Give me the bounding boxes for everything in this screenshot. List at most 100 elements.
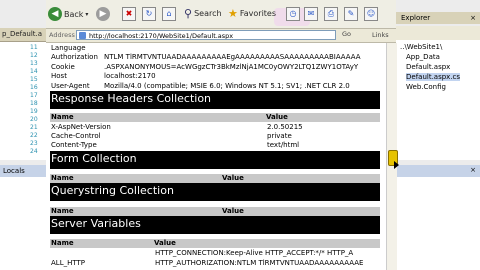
locals-panel-title: Locals bbox=[0, 165, 46, 177]
line-number: 18 bbox=[30, 100, 38, 107]
row-name: Cookie bbox=[51, 63, 75, 71]
back-button[interactable]: ◀ Back ▾ bbox=[48, 7, 88, 21]
search-icon: ⚲ bbox=[184, 7, 193, 20]
print-button[interactable]: ⎙ bbox=[324, 7, 338, 21]
star-icon: ★ bbox=[228, 7, 238, 20]
page-icon bbox=[79, 32, 86, 39]
line-number: 21 bbox=[30, 124, 38, 131]
browser-toolbar: ◀ Back ▾ ▶ ✖ ↻ ⌂ ⚲ Search ★ Favorites ◷ … bbox=[46, 0, 396, 29]
back-label: Back bbox=[64, 9, 84, 19]
column-header-name: Name bbox=[51, 239, 74, 247]
history-icon: ◷ bbox=[286, 7, 300, 21]
links-button[interactable]: Links bbox=[372, 31, 389, 39]
row-name: Host bbox=[51, 72, 67, 80]
close-icon[interactable]: × bbox=[470, 166, 476, 174]
line-number: 14 bbox=[30, 68, 38, 75]
solution-explorer: Explorer × ..\WebSite1\ App_Data Default.a… bbox=[396, 0, 480, 270]
querystring-section-title: Querystring Collection bbox=[50, 183, 380, 201]
response-headers-section-title: Response Headers Collection bbox=[50, 91, 380, 109]
messenger-icon: ☺ bbox=[364, 7, 378, 21]
stop-icon: ✖ bbox=[122, 7, 136, 21]
stop-button[interactable]: ✖ bbox=[122, 7, 136, 21]
row-value: HTTP_AUTHORIZATION:NTLM TlRMTVNTUAADAAAA… bbox=[155, 259, 364, 267]
back-arrow-icon: ◀ bbox=[48, 7, 62, 21]
table-row: Cache-Control private bbox=[51, 132, 381, 141]
table-row: X-AspNet-Version 2.0.50215 bbox=[51, 123, 381, 132]
line-number: 23 bbox=[30, 140, 38, 147]
mail-icon: ✉ bbox=[304, 7, 318, 21]
properties-panel bbox=[396, 177, 480, 270]
tree-node[interactable]: Default.aspx bbox=[406, 63, 450, 71]
line-number: 11 bbox=[30, 44, 38, 51]
line-number: 24 bbox=[30, 148, 38, 155]
row-name: Cache-Control bbox=[51, 132, 101, 140]
form-column-header: Name Value bbox=[50, 174, 380, 183]
table-row: HTTP_CONNECTION:Keep-Alive HTTP_ACCEPT:*… bbox=[51, 249, 381, 258]
row-name: ALL_HTTP bbox=[51, 259, 86, 267]
row-value: .ASPXANONYMOUS=AcWGgzCTr3BkMzlNjA1MC0yOW… bbox=[104, 63, 359, 71]
tree-node[interactable]: Default.aspx.cs bbox=[406, 73, 461, 81]
row-value: 2.0.50215 bbox=[267, 123, 303, 131]
response-headers-column-header: Name Value bbox=[50, 113, 380, 122]
vertical-scrollbar[interactable] bbox=[386, 43, 398, 270]
row-name: Authorization bbox=[51, 53, 98, 61]
close-icon[interactable]: × bbox=[470, 12, 476, 24]
vs-editor-pane: p_Default.a 11 12 13 14 15 16 17 18 19 20 21 22 23 24… bbox=[0, 0, 46, 270]
edit-button[interactable]: ✎ bbox=[344, 7, 358, 21]
search-label: Search bbox=[194, 9, 222, 18]
table-row: ALL_HTTP HTTP_AUTHORIZATION:NTLM TlRMTVNT… bbox=[51, 259, 381, 268]
chevron-down-icon: ▾ bbox=[85, 10, 89, 18]
mouse-cursor-icon bbox=[394, 161, 399, 169]
home-button[interactable]: ⌂ bbox=[162, 7, 176, 21]
column-header-value: Value bbox=[222, 207, 244, 215]
go-button[interactable]: Go bbox=[342, 30, 351, 38]
row-value: HTTP_CONNECTION:Keep-Alive HTTP_ACCEPT:*… bbox=[155, 249, 354, 257]
url-input[interactable]: http://localhost:2170/WebSite1/Default.a… bbox=[76, 30, 336, 40]
favorites-label: Favorites bbox=[239, 9, 277, 18]
table-row: Host localhost:2170 bbox=[51, 72, 381, 81]
line-number: 22 bbox=[30, 132, 38, 139]
line-number: 19 bbox=[30, 108, 38, 115]
tree-node[interactable]: ..\WebSite1\ bbox=[400, 43, 442, 51]
address-label: Address bbox=[49, 31, 75, 39]
line-number: 16 bbox=[30, 84, 38, 91]
solution-explorer-toolbar bbox=[396, 26, 480, 40]
tree-node[interactable]: Web.Config bbox=[406, 83, 446, 91]
column-header-name: Name bbox=[51, 174, 74, 182]
tree-node[interactable]: App_Data bbox=[406, 53, 440, 61]
refresh-icon: ↻ bbox=[142, 7, 156, 21]
home-icon: ⌂ bbox=[162, 7, 176, 21]
solution-tree: ..\WebSite1\ App_Data Default.aspx Default.… bbox=[396, 40, 480, 160]
line-number: 12 bbox=[30, 52, 38, 59]
forward-arrow-icon: ▶ bbox=[96, 7, 110, 21]
editor-tab[interactable]: p_Default.a bbox=[2, 30, 42, 38]
table-row: Content-Type text/html bbox=[51, 141, 381, 150]
history-button[interactable]: ◷ bbox=[286, 7, 300, 21]
column-header-name: Name bbox=[51, 113, 74, 121]
address-bar: Address http://localhost:2170/WebSite1/D… bbox=[46, 29, 396, 43]
favorites-button[interactable]: ★ Favorites bbox=[228, 7, 276, 20]
row-value: localhost:2170 bbox=[104, 72, 156, 80]
mail-button[interactable]: ✉ bbox=[304, 7, 318, 21]
table-row: Language bbox=[51, 44, 381, 53]
edit-icon: ✎ bbox=[344, 7, 358, 21]
line-number: 17 bbox=[30, 92, 38, 99]
page-content: en-usLanguageAuthorizationNTLM TlRMTVNTU… bbox=[46, 43, 386, 270]
column-header-value: Value bbox=[222, 174, 244, 182]
row-value: text/html bbox=[267, 141, 300, 149]
column-header-name: Name bbox=[51, 207, 74, 215]
row-value: NTLM TlRMTVNTUAADAAAAAAAAAEgAAAAAAAAASAA… bbox=[104, 53, 361, 61]
print-icon: ⎙ bbox=[324, 7, 338, 21]
table-row: Authorization NTLM TlRMTVNTUAADAAAAAAAAAE… bbox=[51, 53, 381, 62]
browser-window: ◀ Back ▾ ▶ ✖ ↻ ⌂ ⚲ Search ★ Favorites ◷ … bbox=[46, 0, 398, 270]
forward-button[interactable]: ▶ bbox=[96, 7, 110, 21]
column-header-value: Value bbox=[266, 113, 288, 121]
line-number: 13 bbox=[30, 60, 38, 67]
refresh-button[interactable]: ↻ bbox=[142, 7, 156, 21]
code-area[interactable]: 11 12 13 14 15 16 17 18 19 20 21 22 23 24 bbox=[0, 42, 46, 160]
server-variables-column-header: Name Value bbox=[50, 239, 380, 248]
messenger-button[interactable]: ☺ bbox=[364, 7, 378, 21]
search-button[interactable]: ⚲ Search bbox=[184, 7, 222, 20]
column-header-value: Value bbox=[154, 239, 176, 247]
line-number: 15 bbox=[30, 76, 38, 83]
